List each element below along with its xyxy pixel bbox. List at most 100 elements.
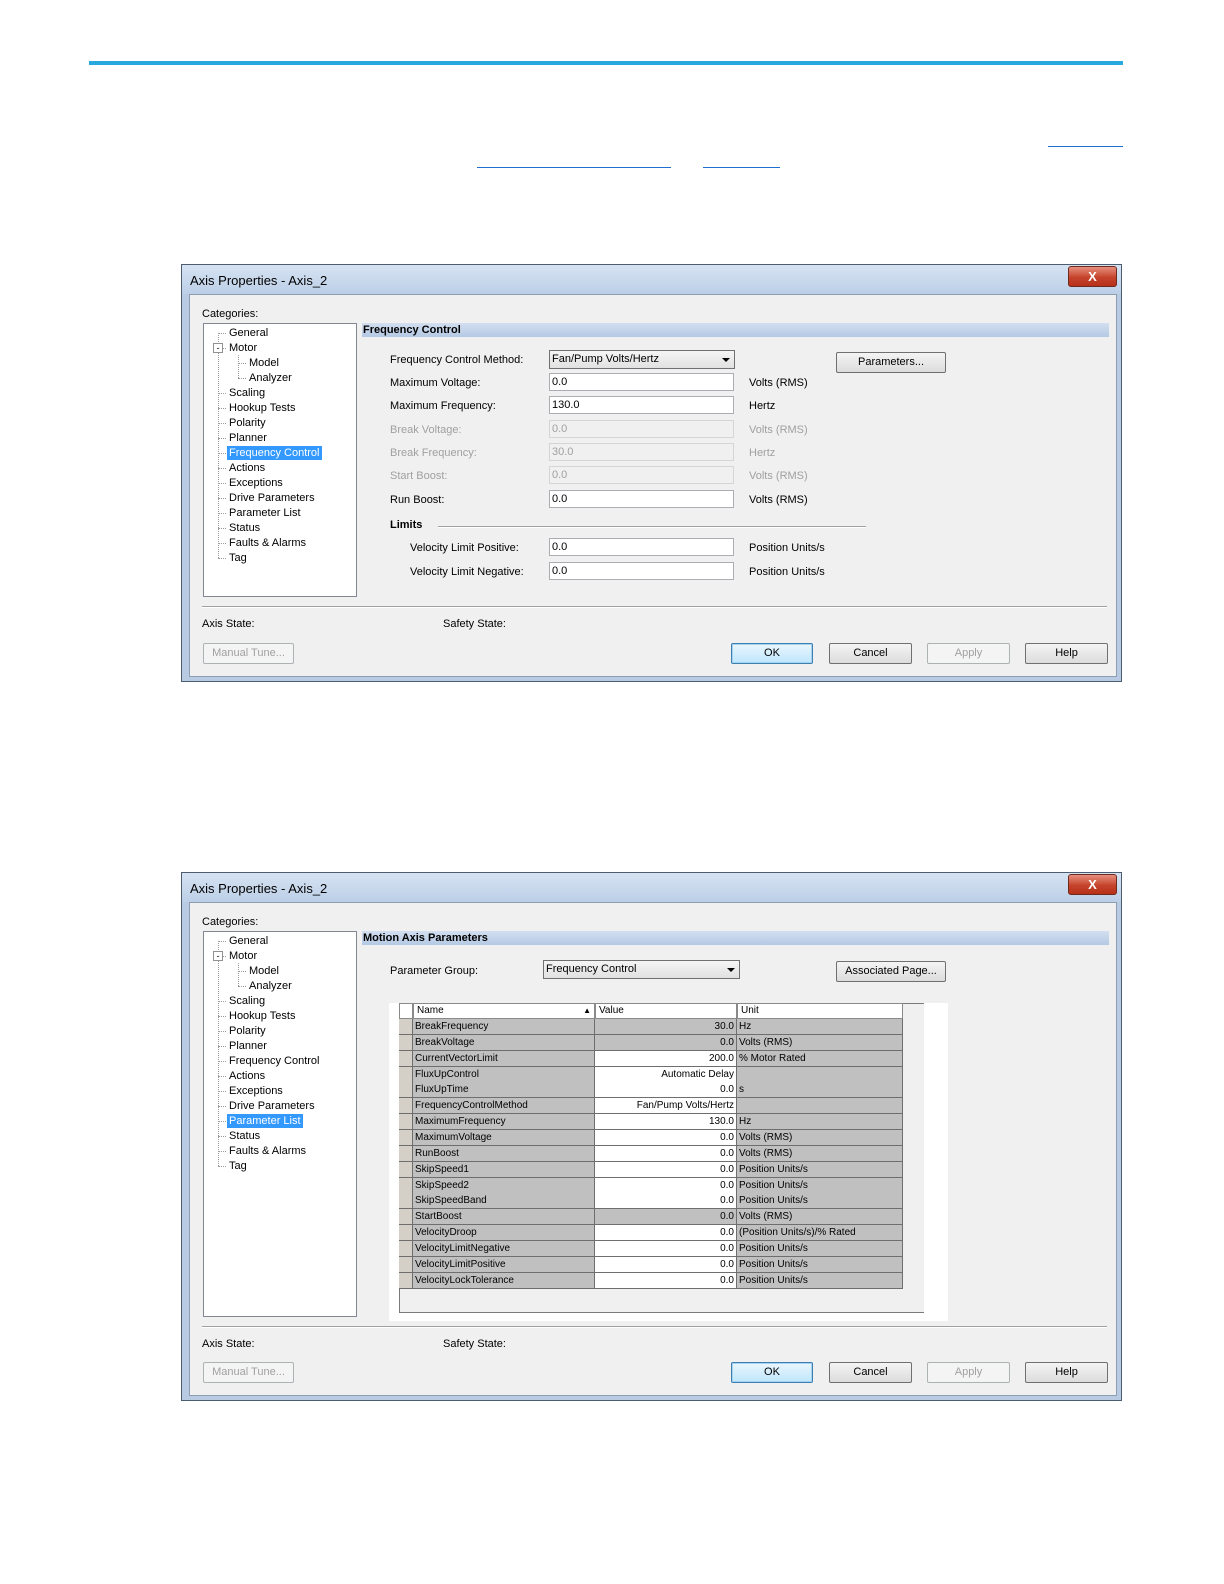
row-selector[interactable]	[399, 1114, 413, 1131]
table-row[interactable]: VelocityDroop 0.0 (Position Units/s)/% Rat…	[399, 1225, 903, 1242]
param-value[interactable]: 0.0	[595, 1082, 737, 1099]
param-value[interactable]: 0.0	[595, 1256, 737, 1273]
tree-item-model[interactable]: Model	[247, 964, 281, 978]
row-selector[interactable]	[399, 1225, 413, 1242]
parameter-group-dropdown[interactable]: Frequency Control	[543, 960, 740, 979]
row-selector[interactable]	[399, 1177, 413, 1194]
tree-item-drive-parameters[interactable]: Drive Parameters	[227, 1099, 317, 1113]
hyperlink-underline[interactable]	[1048, 146, 1123, 147]
row-selector[interactable]	[399, 1066, 413, 1083]
cancel-button[interactable]: Cancel	[829, 1362, 912, 1383]
row-selector[interactable]	[399, 1272, 413, 1289]
maximum-frequency-input[interactable]: 130.0	[549, 396, 734, 415]
column-header-name[interactable]: Name ▲	[413, 1003, 595, 1019]
tree-item-motor[interactable]: Motor	[227, 341, 259, 355]
tree-item-parameter-list[interactable]: Parameter List	[227, 1114, 303, 1128]
row-selector[interactable]	[399, 1193, 413, 1210]
maximum-voltage-input[interactable]: 0.0	[549, 373, 734, 391]
tree-item-exceptions[interactable]: Exceptions	[227, 476, 285, 490]
tree-item-drive-parameters[interactable]: Drive Parameters	[227, 491, 317, 505]
table-row[interactable]: MaximumFrequency 130.0 Hz	[399, 1114, 903, 1131]
velocity-limit-positive-input[interactable]: 0.0	[549, 538, 734, 556]
table-row[interactable]: MaximumVoltage 0.0 Volts (RMS)	[399, 1129, 903, 1146]
tree-item-exceptions[interactable]: Exceptions	[227, 1084, 285, 1098]
row-selector[interactable]	[399, 1098, 413, 1115]
tree-item-actions[interactable]: Actions	[227, 461, 267, 475]
table-row[interactable]: StartBoost 0.0 Volts (RMS)	[399, 1209, 903, 1226]
categories-tree[interactable]: General Motor - Model Analyzer Scaling Hookup …	[203, 323, 357, 597]
tree-item-analyzer[interactable]: Analyzer	[247, 979, 294, 993]
title-bar[interactable]: Axis Properties - Axis_2 X	[182, 265, 1121, 294]
row-selector[interactable]	[399, 1145, 413, 1162]
close-button[interactable]: X	[1068, 266, 1117, 287]
table-row[interactable]: VelocityLimitPositive 0.0 Position Units/s	[399, 1256, 903, 1273]
tree-item-polarity[interactable]: Polarity	[227, 1024, 268, 1038]
tree-item-general[interactable]: General	[227, 326, 270, 340]
param-value[interactable]: 200.0	[595, 1050, 737, 1067]
param-value[interactable]: 0.0	[595, 1129, 737, 1146]
frequency-control-method-dropdown[interactable]: Fan/Pump Volts/Hertz	[549, 350, 735, 369]
column-header-value[interactable]: Value	[595, 1003, 737, 1019]
tree-item-analyzer[interactable]: Analyzer	[247, 371, 294, 385]
tree-item-hookup-tests[interactable]: Hookup Tests	[227, 1009, 297, 1023]
ok-button[interactable]: OK	[731, 1362, 813, 1383]
tree-item-status[interactable]: Status	[227, 521, 262, 535]
param-value[interactable]: 0.0	[595, 1272, 737, 1289]
parameter-grid[interactable]: Name ▲ Value Unit BreakFrequency 30.0 Hz Br…	[389, 1003, 948, 1321]
associated-page-button[interactable]: Associated Page...	[836, 961, 946, 982]
title-bar[interactable]: Axis Properties - Axis_2 X	[182, 873, 1121, 902]
row-selector[interactable]	[399, 1256, 413, 1273]
param-value[interactable]: 0.0	[595, 1145, 737, 1162]
categories-tree[interactable]: General Motor - Model Analyzer Scaling Hookup …	[203, 931, 357, 1317]
parameters-button[interactable]: Parameters...	[836, 352, 946, 373]
collapse-icon[interactable]: -	[213, 951, 223, 961]
tree-item-hookup-tests[interactable]: Hookup Tests	[227, 401, 297, 415]
row-selector[interactable]	[399, 1082, 413, 1099]
row-selector[interactable]	[399, 1034, 413, 1051]
collapse-icon[interactable]: -	[213, 343, 223, 353]
apply-button[interactable]: Apply	[927, 1362, 1010, 1383]
table-row[interactable]: SkipSpeedBand 0.0 Position Units/s	[399, 1193, 903, 1210]
column-header-unit[interactable]: Unit	[737, 1003, 903, 1019]
param-value[interactable]: 0.0	[595, 1161, 737, 1178]
hyperlink-underline[interactable]	[477, 167, 671, 168]
tree-item-frequency-control[interactable]: Frequency Control	[227, 446, 322, 460]
tree-item-actions[interactable]: Actions	[227, 1069, 267, 1083]
row-selector[interactable]	[399, 1019, 413, 1035]
tree-item-frequency-control[interactable]: Frequency Control	[227, 1054, 322, 1068]
tree-item-status[interactable]: Status	[227, 1129, 262, 1143]
table-row[interactable]: SkipSpeed2 0.0 Position Units/s	[399, 1177, 903, 1194]
run-boost-input[interactable]: 0.0	[549, 489, 734, 508]
tree-item-tag[interactable]: Tag	[227, 551, 249, 565]
table-row[interactable]: VelocityLockTolerance 0.0 Position Units/s	[399, 1272, 903, 1289]
tree-item-faults-alarms[interactable]: Faults & Alarms	[227, 1144, 308, 1158]
tree-item-tag[interactable]: Tag	[227, 1159, 249, 1173]
param-value[interactable]: Automatic Delay	[595, 1066, 737, 1083]
tree-item-planner[interactable]: Planner	[227, 431, 269, 445]
tree-item-planner[interactable]: Planner	[227, 1039, 269, 1053]
velocity-limit-negative-input[interactable]: 0.0	[549, 561, 734, 580]
table-row[interactable]: FluxUpTime 0.0 s	[399, 1082, 903, 1099]
tree-item-general[interactable]: General	[227, 934, 270, 948]
apply-button[interactable]: Apply	[927, 643, 1010, 664]
param-value[interactable]: 0.0	[595, 1225, 737, 1242]
table-row[interactable]: SkipSpeed1 0.0 Position Units/s	[399, 1161, 903, 1178]
param-value[interactable]: 0.0	[595, 1240, 737, 1257]
help-button[interactable]: Help	[1025, 643, 1108, 664]
param-value[interactable]: 0.0	[595, 1177, 737, 1194]
manual-tune-button[interactable]: Manual Tune...	[203, 1362, 294, 1383]
help-button[interactable]: Help	[1025, 1362, 1108, 1383]
row-selector[interactable]	[399, 1129, 413, 1146]
tree-item-scaling[interactable]: Scaling	[227, 994, 267, 1008]
close-button[interactable]: X	[1068, 874, 1117, 895]
cancel-button[interactable]: Cancel	[829, 643, 912, 664]
row-selector[interactable]	[399, 1161, 413, 1178]
tree-item-parameter-list[interactable]: Parameter List	[227, 506, 303, 520]
table-row[interactable]: BreakFrequency 30.0 Hz	[399, 1019, 903, 1035]
hyperlink-underline[interactable]	[703, 167, 780, 168]
row-selector[interactable]	[399, 1240, 413, 1257]
row-selector[interactable]	[399, 1050, 413, 1067]
param-value[interactable]: 0.0	[595, 1193, 737, 1210]
tree-item-polarity[interactable]: Polarity	[227, 416, 268, 430]
table-row[interactable]: BreakVoltage 0.0 Volts (RMS)	[399, 1034, 903, 1051]
